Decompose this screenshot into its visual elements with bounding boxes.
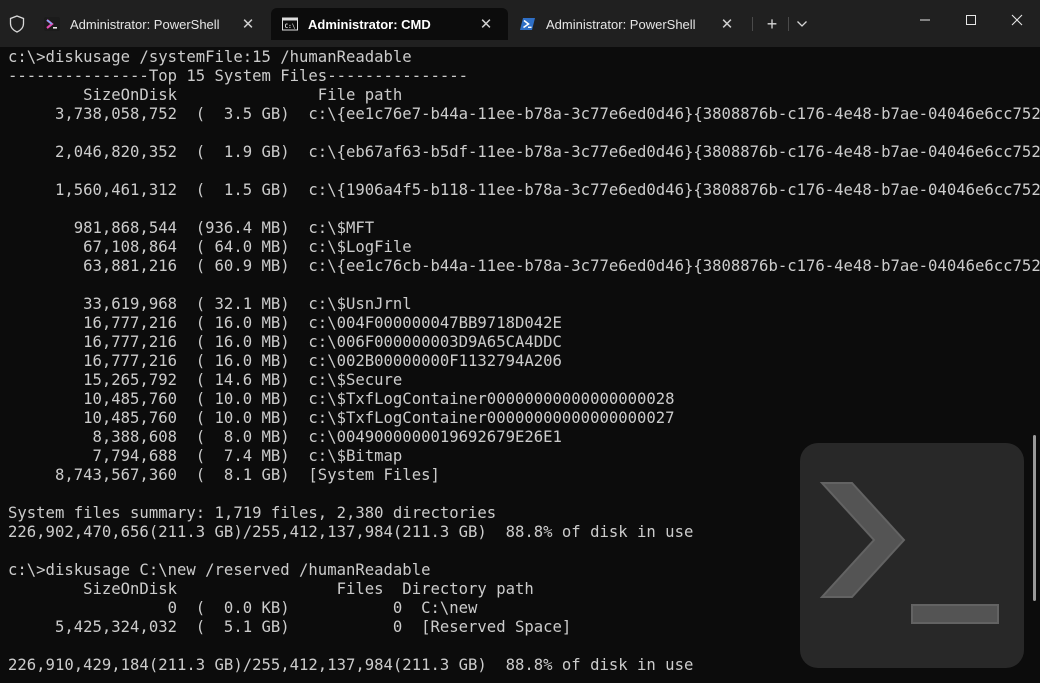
admin-shield-icon — [0, 8, 34, 40]
new-tab-button[interactable]: + — [760, 12, 784, 36]
terminal-line: 67,108,864 ( 64.0 MB) c:\$LogFile — [8, 238, 412, 256]
tab-divider — [788, 17, 789, 31]
maximize-button[interactable] — [948, 0, 994, 40]
tab-label: Administrator: CMD — [308, 16, 431, 32]
terminal-line: 10,485,760 ( 10.0 MB) c:\$TxfLogContaine… — [8, 409, 675, 427]
tab-powershell-2[interactable]: Administrator: PowerShell ✕ — [509, 8, 749, 40]
terminal-line: 33,619,968 ( 32.1 MB) c:\$UsnJrnl — [8, 295, 412, 313]
terminal-line: 981,868,544 (936.4 MB) c:\$MFT — [8, 219, 375, 237]
tab-dropdown-button[interactable] — [790, 12, 814, 36]
terminal-line: 10,485,760 ( 10.0 MB) c:\$TxfLogContaine… — [8, 390, 675, 408]
terminal-line: 16,777,216 ( 16.0 MB) c:\004F000000047BB… — [8, 314, 562, 332]
terminal-line: ---------------Top 15 System Files------… — [8, 67, 469, 85]
terminal-line: 63,881,216 ( 60.9 MB) c:\{ee1c76cb-b44a-… — [8, 257, 1040, 275]
terminal-prompt-icon — [819, 482, 999, 624]
tab-close-icon[interactable]: ✕ — [719, 16, 735, 33]
title-bar: Administrator: PowerShell ✕ C:\ Administ… — [0, 0, 1040, 47]
terminal-line: 15,265,792 ( 14.6 MB) c:\$Secure — [8, 371, 403, 389]
vertical-scrollbar[interactable] — [1033, 435, 1036, 601]
close-icon — [1011, 14, 1023, 26]
minimize-button[interactable] — [902, 0, 948, 40]
tab-divider — [752, 17, 753, 31]
tab-close-icon[interactable]: ✕ — [478, 16, 494, 33]
maximize-icon — [966, 15, 976, 25]
svg-text:C:\: C:\ — [285, 23, 296, 30]
terminal-line: 16,777,216 ( 16.0 MB) c:\006F000000003D9… — [8, 333, 562, 351]
close-window-button[interactable] — [994, 0, 1040, 40]
powershell-blue-icon — [520, 16, 536, 32]
tab-label: Administrator: PowerShell — [70, 16, 220, 32]
cmd-icon: C:\ — [282, 16, 298, 32]
minimize-icon — [920, 19, 930, 21]
terminal-line: 2,046,820,352 ( 1.9 GB) c:\{eb67af63-b5d… — [8, 143, 1040, 161]
terminal-line: 1,560,461,312 ( 1.5 GB) c:\{1906a4f5-b11… — [8, 181, 1040, 199]
terminal-line: SizeOnDisk File path — [8, 86, 403, 104]
powershell-icon — [44, 16, 60, 32]
tab-cmd[interactable]: C:\ Administrator: CMD ✕ — [271, 8, 508, 40]
terminal-line: c:\>diskusage /systemFile:15 /humanReada… — [8, 48, 412, 66]
terminal-window: Administrator: PowerShell ✕ C:\ Administ… — [0, 0, 1040, 683]
tab-label: Administrator: PowerShell — [546, 16, 696, 32]
terminal-line: 16,777,216 ( 16.0 MB) c:\002B00000000F11… — [8, 352, 562, 370]
terminal-logo-overlay — [800, 443, 1024, 668]
chevron-down-icon — [797, 21, 807, 27]
terminal-line: 3,738,058,752 ( 3.5 GB) c:\{ee1c76e7-b44… — [8, 105, 1040, 123]
tab-powershell-1[interactable]: Administrator: PowerShell ✕ — [33, 8, 270, 40]
tab-close-icon[interactable]: ✕ — [240, 16, 256, 33]
